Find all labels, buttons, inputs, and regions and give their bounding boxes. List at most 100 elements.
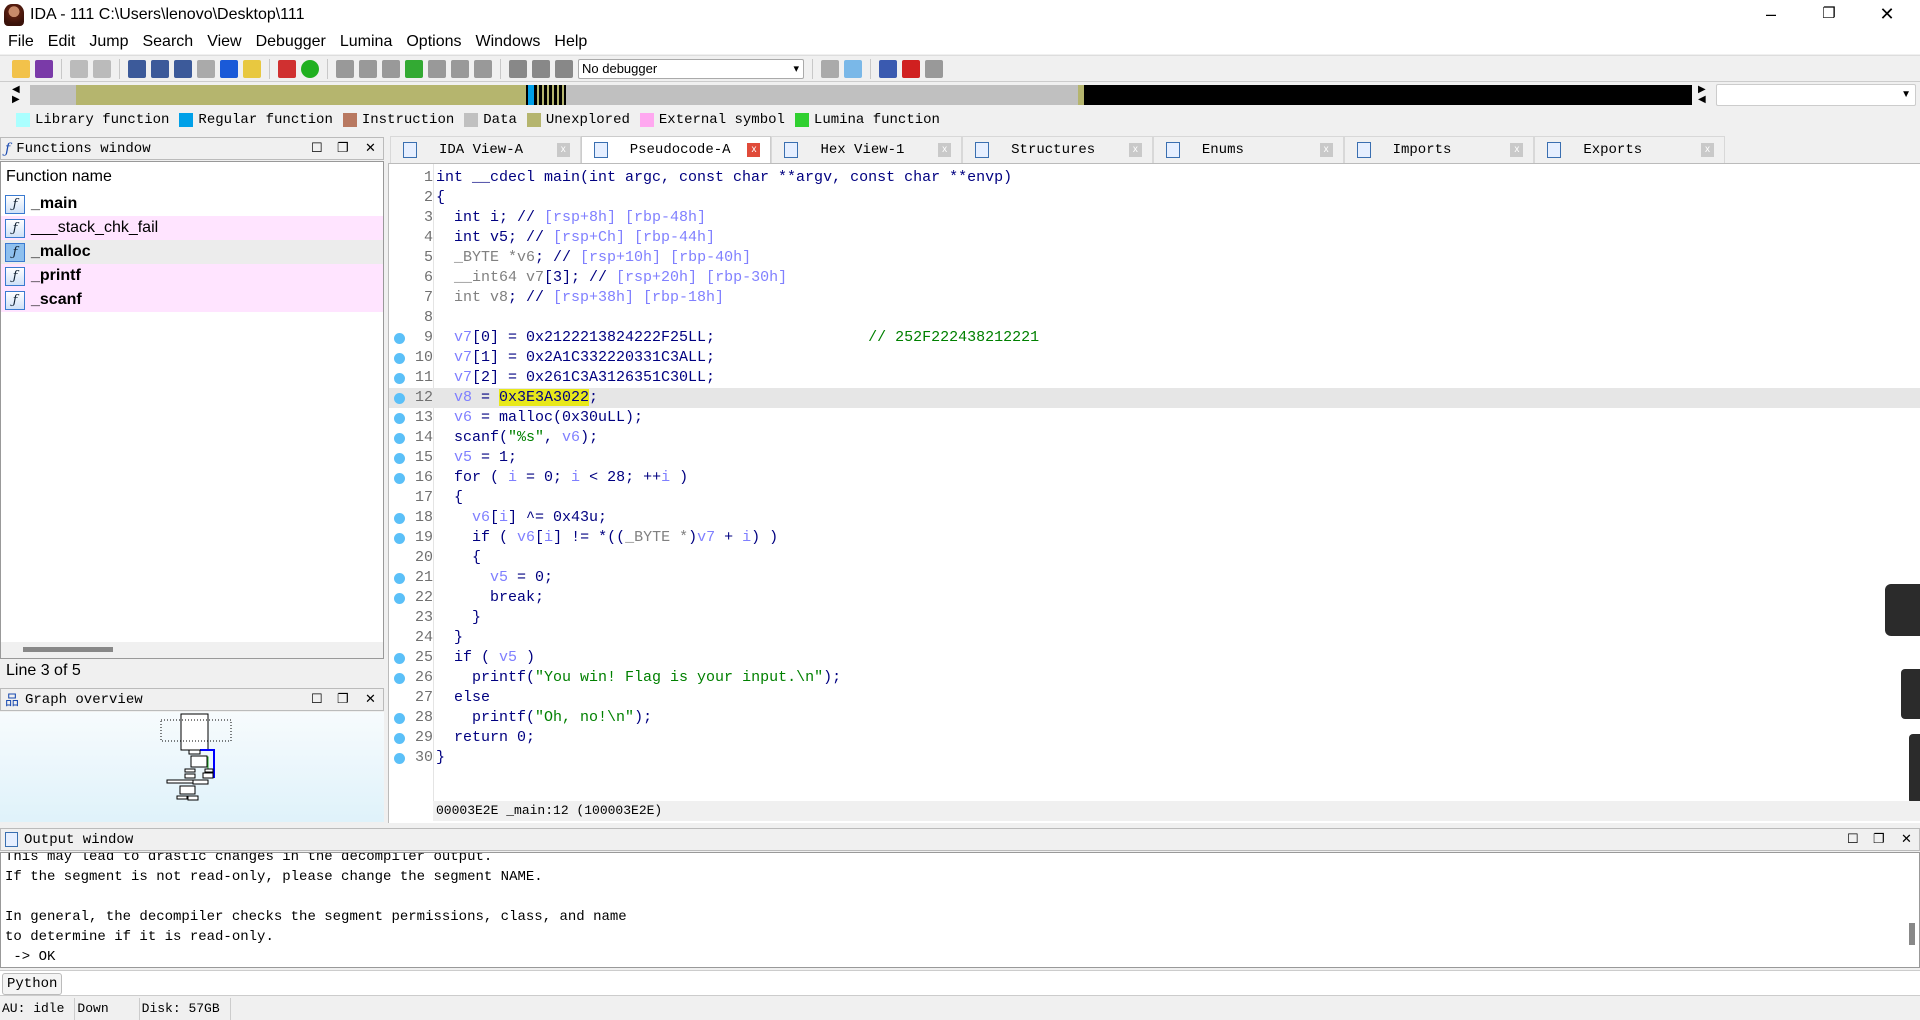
run-icon[interactable] <box>301 59 319 78</box>
maximize-panel-icon[interactable]: ☐ <box>311 141 323 156</box>
code-line[interactable]: 26 printf("You win! Flag is your input.\… <box>389 668 1920 688</box>
menu-options[interactable]: Options <box>406 33 461 51</box>
horizontal-scrollbar[interactable] <box>1 642 383 658</box>
tab-exports[interactable]: Exports x <box>1534 136 1726 163</box>
maximize-panel-icon[interactable]: ☐ <box>1847 832 1859 847</box>
close-button[interactable]: ✕ <box>1864 0 1910 30</box>
code-line[interactable]: 5 _BYTE *v6; // [rsp+10h] [rbp-40h] <box>389 248 1920 268</box>
nav-arrows-icon[interactable]: ◀ ▶ <box>12 85 20 105</box>
tab-close-icon[interactable]: x <box>1319 143 1333 157</box>
code-icon[interactable] <box>336 59 354 78</box>
tab-close-icon[interactable]: x <box>747 143 761 157</box>
delete-icon[interactable] <box>474 59 492 78</box>
function-row[interactable]: ƒ _malloc <box>1 240 383 264</box>
column-header-function-name[interactable]: Function name <box>1 162 383 192</box>
menu-jump[interactable]: Jump <box>89 33 128 51</box>
code-line[interactable]: 3 int i; // [rsp+8h] [rbp-48h] <box>389 208 1920 228</box>
function-row[interactable]: ƒ _scanf <box>1 288 383 312</box>
search-hex-icon[interactable] <box>128 59 146 78</box>
code-line[interactable]: 4 int v5; // [rsp+Ch] [rbp-44h] <box>389 228 1920 248</box>
function-row[interactable]: ƒ _main <box>1 192 383 216</box>
code-line[interactable]: 8 <box>389 308 1920 328</box>
code-line[interactable]: 6 __int64 v7[3]; // [rsp+20h] [rbp-30h] <box>389 268 1920 288</box>
start-debug-icon[interactable] <box>509 59 527 78</box>
decompile-icon[interactable] <box>844 59 862 78</box>
search-immediate-icon[interactable] <box>174 59 192 78</box>
struct-var-icon[interactable] <box>405 59 423 78</box>
scrollbar-thumb[interactable] <box>23 647 113 652</box>
side-widget-icon[interactable] <box>1885 584 1920 636</box>
side-widget-icon[interactable] <box>1901 669 1920 719</box>
function-row[interactable]: ƒ _printf <box>1 264 383 288</box>
code-line[interactable]: 22 break; <box>389 588 1920 608</box>
menu-debugger[interactable]: Debugger <box>256 33 326 51</box>
code-line[interactable]: 27 else <box>389 688 1920 708</box>
output-scrollbar[interactable] <box>1909 923 1915 945</box>
code-line[interactable]: 1 int __cdecl main(int argc, const char *… <box>389 168 1920 188</box>
code-line[interactable]: 9 v7[0] = 0x2122213824222F25LL; // 252F2… <box>389 328 1920 348</box>
code-line[interactable]: 15 v5 = 1; <box>389 448 1920 468</box>
graph-icon[interactable] <box>278 59 296 78</box>
pseudocode-view[interactable]: 1 int __cdecl main(int argc, const char *… <box>388 163 1920 823</box>
code-line[interactable]: 17 { <box>389 488 1920 508</box>
code-line[interactable]: 19 if ( v6[i] != *((_BYTE *)v7 + i) ) <box>389 528 1920 548</box>
code-line[interactable]: 30} <box>389 748 1920 768</box>
rename-icon[interactable] <box>451 59 469 78</box>
graph-overview-canvas[interactable] <box>0 712 384 822</box>
close-panel-icon[interactable]: ✕ <box>1901 832 1912 847</box>
segment-select[interactable]: ▼ <box>1716 84 1916 106</box>
back-icon[interactable] <box>70 59 88 78</box>
code-line[interactable]: 14 scanf("%s", v6); <box>389 428 1920 448</box>
float-panel-icon[interactable]: ❐ <box>1873 832 1885 847</box>
c-icon[interactable] <box>821 59 839 78</box>
code-line[interactable]: 20 { <box>389 548 1920 568</box>
ascii-icon[interactable] <box>382 59 400 78</box>
float-panel-icon[interactable]: ❐ <box>337 692 349 707</box>
menu-windows[interactable]: Windows <box>475 33 540 51</box>
tab-ida-view-a[interactable]: IDA View-A x <box>390 136 581 163</box>
close-panel-icon[interactable]: ✕ <box>365 692 376 707</box>
save-icon[interactable] <box>35 59 53 78</box>
undefine-icon[interactable] <box>428 59 446 78</box>
menu-view[interactable]: View <box>207 33 241 51</box>
menu-search[interactable]: Search <box>142 33 193 51</box>
jump-down-icon[interactable] <box>220 59 238 78</box>
tab-close-icon[interactable]: x <box>556 143 570 157</box>
menu-help[interactable]: Help <box>554 33 587 51</box>
code-line[interactable]: 18 v6[i] ^= 0x43u; <box>389 508 1920 528</box>
code-line[interactable]: 24 } <box>389 628 1920 648</box>
close-panel-icon[interactable]: ✕ <box>365 141 376 156</box>
navigation-band[interactable]: ◀ ▶ ▶ ◀ ▼ <box>0 83 1920 107</box>
output-text[interactable]: This may lead to drastic changes in the … <box>0 852 1920 968</box>
code-line[interactable]: 11 v7[2] = 0x261C3A3126351C30LL; <box>389 368 1920 388</box>
menu-edit[interactable]: Edit <box>48 33 76 51</box>
code-line[interactable]: 23 } <box>389 608 1920 628</box>
menu-file[interactable]: File <box>8 33 34 51</box>
tab-close-icon[interactable]: x <box>1128 143 1142 157</box>
tab-imports[interactable]: Imports x <box>1343 136 1535 163</box>
stop-icon[interactable] <box>555 59 573 78</box>
nav-arrows-right-icon[interactable]: ▶ ◀ <box>1698 85 1706 105</box>
command-bar[interactable]: Python <box>0 970 1920 996</box>
minimize-button[interactable]: – <box>1748 0 1794 30</box>
menu-lumina[interactable]: Lumina <box>340 33 392 51</box>
code-line[interactable]: 29 return 0; <box>389 728 1920 748</box>
code-line[interactable]: 28 printf("Oh, no!\n"); <box>389 708 1920 728</box>
search-next-icon[interactable] <box>197 59 215 78</box>
pause-icon[interactable] <box>532 59 550 78</box>
code-line[interactable]: 25 if ( v5 ) <box>389 648 1920 668</box>
code-line[interactable]: 2{ <box>389 188 1920 208</box>
code-line[interactable]: 13 v6 = malloc(0x30uLL); <box>389 408 1920 428</box>
function-row[interactable]: ƒ ___stack_chk_fail <box>1 216 383 240</box>
code-line[interactable]: 12 v8 = 0x3E3A3022; <box>389 388 1920 408</box>
search-text-icon[interactable] <box>151 59 169 78</box>
debugger-select[interactable]: No debugger <box>578 58 804 79</box>
tab-enums[interactable]: Enums x <box>1152 136 1344 163</box>
tab-pseudocode-a[interactable]: Pseudocode-A x <box>580 136 772 163</box>
side-widget-icon[interactable] <box>1909 734 1920 804</box>
python-button[interactable]: Python <box>2 973 63 995</box>
tab-structures[interactable]: Structures x <box>962 136 1153 163</box>
tab-close-icon[interactable]: x <box>938 143 952 157</box>
float-panel-icon[interactable]: ❐ <box>337 141 349 156</box>
tab-close-icon[interactable]: x <box>1510 143 1524 157</box>
